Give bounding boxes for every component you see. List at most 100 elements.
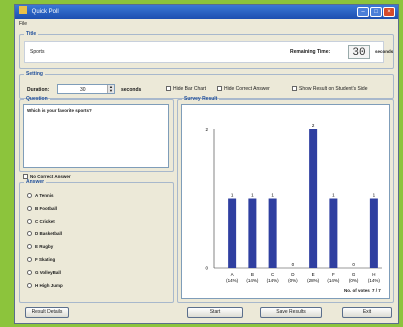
y-tick-label: 0	[205, 266, 208, 271]
answer-legend: Answer	[26, 179, 45, 185]
spinner-arrows-icon[interactable]: ▲ ▼	[107, 85, 114, 93]
checkbox-icon[interactable]	[292, 86, 297, 91]
hide-bar-chart-checkbox[interactable]: Hide Bar Chart	[166, 86, 206, 92]
title-value: Sports	[30, 49, 45, 55]
window-controls: – □ ×	[357, 7, 395, 17]
bar-value-label: 0	[292, 262, 295, 267]
remaining-time-unit: seconds	[375, 49, 394, 54]
answer-option-label: F Skating	[35, 257, 56, 262]
minimize-icon[interactable]: –	[357, 7, 369, 17]
chart-bar	[248, 198, 257, 268]
answer-option-label: C Cricket	[35, 218, 55, 224]
bar-value-label: 2	[312, 123, 315, 128]
duration-label: Duration:	[27, 87, 50, 93]
title-legend: Title	[26, 31, 37, 37]
bar-value-label: 1	[271, 193, 274, 198]
y-tick-label: 2	[205, 127, 208, 132]
survey-result-legend: Survey Result	[184, 96, 218, 102]
checkbox-icon[interactable]	[217, 86, 222, 91]
chart-bar	[369, 198, 378, 268]
setting-legend: Setting	[26, 71, 43, 77]
radio-button-icon[interactable]	[27, 218, 32, 224]
hide-correct-answer-label: Hide Correct Answer	[224, 86, 270, 92]
title-input[interactable]: Sports Remaining Time: 30 seconds	[24, 41, 393, 63]
answer-option-label: D Basketball	[35, 231, 63, 237]
x-percent-label: (0%)	[288, 278, 298, 283]
x-category-label: D	[291, 272, 295, 277]
duration-unit: seconds	[121, 87, 142, 93]
radio-button-icon[interactable]	[27, 257, 32, 262]
remaining-time-label: Remaining Time:	[290, 49, 331, 55]
radio-button-icon[interactable]	[27, 205, 32, 211]
x-percent-label: (14%)	[327, 278, 340, 283]
bar-value-label: 1	[251, 193, 254, 198]
x-percent-label: (14%)	[246, 278, 259, 283]
answer-option[interactable]: C Cricket	[27, 218, 55, 224]
votes-label: No. of votes	[344, 288, 370, 293]
question-text: Which is your favorite sports?	[27, 108, 92, 113]
duration-input[interactable]: 30 ▲ ▼	[57, 84, 115, 94]
survey-bar-chart: 201A(14%)1B(14%)1C(14%)0D(0%)2E(28%)1F(1…	[205, 123, 382, 283]
answer-option-label: B Football	[35, 205, 57, 211]
x-category-label: H	[372, 272, 375, 277]
x-category-label: G	[352, 272, 356, 277]
answer-option[interactable]: E Rugby	[27, 244, 54, 250]
x-category-label: B	[251, 272, 254, 277]
show-result-checkbox[interactable]: Show Result on Student's Side	[292, 86, 368, 92]
survey-chart-panel: 2 0 1 A (14%) 1 B (14%) 1 C (14%) 0 D (0%) 2 E (28%) 1 F (1…	[181, 104, 390, 299]
start-button[interactable]: Start	[187, 307, 243, 318]
show-result-label: Show Result on Student's Side	[299, 86, 368, 92]
answer-option[interactable]: G VolleyBall	[27, 269, 61, 275]
remaining-time-display: 30	[348, 45, 370, 59]
question-legend: Question	[26, 96, 48, 102]
chart-bar	[329, 198, 338, 268]
answer-option-label: H High Jump	[35, 282, 63, 288]
radio-button-icon[interactable]	[27, 231, 32, 237]
answer-option-label: G VolleyBall	[35, 269, 61, 275]
bar-value-label: 1	[231, 193, 234, 198]
menu-file[interactable]: File	[19, 21, 27, 27]
answer-option[interactable]: B Football	[27, 205, 57, 211]
chart-bar	[268, 198, 277, 268]
bar-value-label: 1	[332, 193, 335, 198]
question-textarea[interactable]: Which is your favorite sports?	[23, 104, 169, 168]
bar-value-label: 0	[352, 262, 355, 267]
title-bar: Quick Poll – □ ×	[15, 5, 398, 19]
x-category-label: C	[271, 272, 275, 277]
x-category-label: F	[332, 272, 335, 277]
answer-option[interactable]: F Skating	[27, 257, 55, 262]
radio-button-icon[interactable]	[27, 269, 32, 275]
radio-button-icon[interactable]	[27, 282, 32, 288]
x-percent-label: (0%)	[349, 278, 359, 283]
answer-option-label: E Rugby	[35, 244, 54, 250]
maximize-icon[interactable]: □	[370, 7, 382, 17]
votes-value: 7 / 7	[372, 288, 381, 293]
x-percent-label: (28%)	[307, 278, 320, 283]
answer-option[interactable]: H High Jump	[27, 282, 63, 288]
app-icon	[19, 6, 27, 14]
chart-bar	[309, 129, 318, 268]
x-percent-label: (14%)	[368, 278, 381, 283]
close-icon[interactable]: ×	[383, 7, 395, 17]
menu-bar: File	[15, 19, 398, 29]
answer-option[interactable]: D Basketball	[27, 231, 63, 237]
bar-value-label: 1	[373, 193, 376, 198]
x-percent-label: (14%)	[267, 278, 280, 283]
checkbox-icon[interactable]	[166, 86, 171, 91]
x-percent-label: (14%)	[226, 278, 239, 283]
window-title: Quick Poll	[31, 9, 59, 15]
radio-button-icon[interactable]	[27, 193, 32, 198]
radio-button-icon[interactable]	[27, 244, 32, 250]
save-results-button[interactable]: Save Results	[260, 307, 322, 318]
answer-option-label: A Tennis	[35, 193, 54, 198]
quick-poll-window: Quick Poll – □ × File Title Sports Remai…	[14, 4, 399, 324]
hide-correct-answer-checkbox[interactable]: Hide Correct Answer	[217, 86, 270, 92]
duration-value: 30	[80, 87, 86, 93]
exit-button[interactable]: Exit	[342, 307, 392, 318]
chart-bar	[228, 198, 237, 268]
x-category-label: E	[312, 272, 315, 277]
hide-bar-chart-label: Hide Bar Chart	[173, 86, 207, 92]
x-category-label: A	[231, 272, 234, 277]
answer-option[interactable]: A Tennis	[27, 193, 54, 198]
result-details-button[interactable]: Result Details	[25, 307, 69, 318]
